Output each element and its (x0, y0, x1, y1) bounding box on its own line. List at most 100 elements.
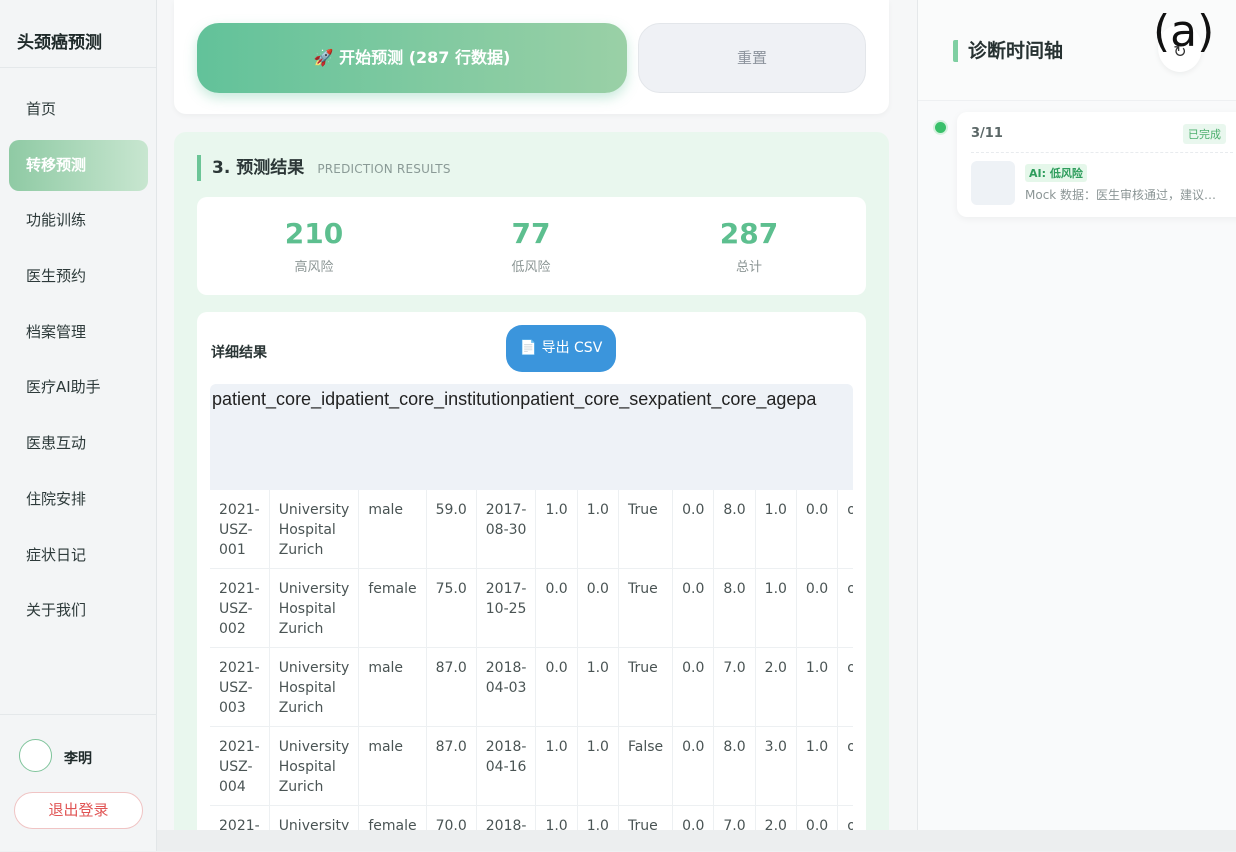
table-cell: 0.0 (672, 647, 715, 727)
thumbnail (971, 161, 1015, 205)
table-cell: 1.0 (577, 490, 619, 569)
table-cell: 8.0 (713, 726, 756, 806)
logout-button[interactable]: 退出登录 (14, 792, 143, 829)
table-row: 2021-USZ-001 University Hospital Zurich ma… (210, 490, 853, 569)
user-area: 李明 退出登录 (0, 714, 157, 852)
table-cell: female (358, 568, 427, 648)
sidebar-item-ai-assistant[interactable]: 医疗AI助手 (9, 362, 148, 413)
sidebar-item-function-training[interactable]: 功能训练 (9, 195, 148, 246)
results-subtitle: PREDICTION RESULTS (317, 162, 451, 176)
sidebar-item-home[interactable]: 首页 (9, 84, 148, 135)
table-cell: 0.0 (672, 568, 715, 648)
table-cell: True (618, 805, 674, 832)
sidebar-item-hospitalization[interactable]: 住院安排 (9, 474, 148, 525)
results-card: 3. 预测结果 PREDICTION RESULTS 210 高风险 77 低风… (174, 132, 889, 832)
table-cell: 87.0 (426, 726, 477, 806)
ai-risk-badge: AI: 低风险 (1025, 164, 1087, 182)
table-cell: 1.0 (755, 568, 797, 648)
table-cell: 75.0 (426, 568, 477, 648)
stat-label: 高风险 (294, 260, 334, 275)
table-cell: 0.0 (672, 726, 715, 806)
table-row: 2021-USZ-003 University Hospital Zurich ma… (210, 647, 853, 727)
sidebar-nav: 首页 转移预测 功能训练 医生预约 档案管理 医疗AI助手 医患互动 住院安排 … (9, 84, 148, 641)
detail-results-panel: 详细结果 📄 导出 CSV patient_core_idpatient_cor… (197, 312, 866, 832)
table-cell: 1.0 (535, 726, 578, 806)
sidebar-item-about[interactable]: 关于我们 (9, 585, 148, 636)
stat-label: 低风险 (511, 260, 551, 275)
results-table[interactable]: patient_core_idpatient_core_institutionp… (210, 384, 853, 832)
table-cell: 0.0 (796, 490, 839, 569)
section-title: 3. 预测结果 PREDICTION RESULTS (197, 155, 451, 181)
table-cell: 2021-USZ-003 (210, 647, 270, 727)
export-csv-button[interactable]: 📄 导出 CSV (506, 325, 616, 372)
stats-panel: 210 高风险 77 低风险 287 总计 (197, 197, 866, 295)
corner-label: (a) (1153, 6, 1215, 57)
table-row: 2021-USZ-002 University Hospital Zurich fe… (210, 568, 853, 648)
table-cell: 1.0 (577, 805, 619, 832)
table-row: 2021-USZ-004 University Hospital Zurich ma… (210, 726, 853, 806)
main-content: 🚀 开始预测 (287 行数据) 重置 3. 预测结果 PREDICTION R… (157, 0, 917, 851)
table-cell: 87.0 (426, 647, 477, 727)
sidebar-item-records[interactable]: 档案管理 (9, 307, 148, 358)
table-cell: 2018- (476, 805, 537, 832)
table-cell: female (358, 805, 427, 832)
table-cell: male (358, 647, 427, 727)
table-body: 2021-USZ-001 University Hospital Zurich ma… (210, 490, 853, 832)
table-cell: 2017-10-25 (476, 568, 537, 648)
table-cell: oropharynx (837, 726, 853, 806)
table-cell: 0.0 (796, 568, 839, 648)
table-cell: 1.0 (535, 490, 578, 569)
table-cell: 0.0 (535, 647, 578, 727)
table-cell: True (618, 647, 674, 727)
table-cell: False (618, 726, 674, 806)
table-cell: 7.0 (713, 647, 756, 727)
table-cell: male (358, 726, 427, 806)
table-cell: University Hospital Zurich (269, 805, 360, 832)
table-cell: 2.0 (755, 805, 797, 832)
table-cell: 1.0 (577, 726, 619, 806)
table-cell: oropharynx (837, 805, 853, 832)
table-cell: 3.0 (755, 726, 797, 806)
table-cell: 0.0 (796, 805, 839, 832)
timeline-header: 诊断时间轴 ↻ (a) (918, 0, 1236, 101)
horizontal-scrollbar[interactable] (157, 830, 1236, 851)
table-cell: 1.0 (755, 490, 797, 569)
table-cell: University Hospital Zurich (269, 568, 360, 648)
table-cell: University Hospital Zurich (269, 726, 360, 806)
table-cell: University Hospital Zurich (269, 647, 360, 727)
sidebar-item-doctor-appointment[interactable]: 医生预约 (9, 251, 148, 302)
table-cell: 2021-USZ-002 (210, 568, 270, 648)
table-cell: male (358, 490, 427, 569)
table-cell: 2021-USZ-004 (210, 726, 270, 806)
table-cell: True (618, 568, 674, 648)
table-cell: 0.0 (672, 490, 715, 569)
timeline-entry[interactable]: 3/11 已完成 AI: 低风险 Mock 数据：医生审核通过，建议… (957, 112, 1236, 217)
table-cell: True (618, 490, 674, 569)
sidebar: 头颈癌预测 首页 转移预测 功能训练 医生预约 档案管理 医疗AI助手 医患互动… (0, 0, 157, 851)
stat-value: 287 (719, 217, 779, 250)
stat-low-risk: 77 低风险 (461, 217, 601, 275)
avatar[interactable] (19, 739, 52, 772)
table-cell: 2021-USZ-001 (210, 490, 270, 569)
table-row: 2021-USZ-005University Hospital Zurichfe… (210, 805, 853, 832)
table-header: patient_core_idpatient_core_institutionp… (210, 384, 853, 490)
timeline-dot (935, 122, 946, 133)
sidebar-item-symptom-diary[interactable]: 症状日记 (9, 530, 148, 581)
results-title: 3. 预测结果 (212, 158, 305, 178)
reset-button[interactable]: 重置 (638, 23, 866, 93)
table-cell: 1.0 (577, 647, 619, 727)
table-cell: 1.0 (796, 726, 839, 806)
table-cell: 8.0 (713, 568, 756, 648)
table-cell: 0.0 (577, 568, 619, 648)
sidebar-item-doctor-patient[interactable]: 医患互动 (9, 418, 148, 469)
timeline-panel: 诊断时间轴 ↻ (a) 3/11 已完成 AI: 低风险 Mock 数据：医生审… (917, 0, 1236, 830)
table-cell: oropharynx (837, 490, 853, 569)
user-name: 李明 (64, 751, 92, 767)
table-cell: 8.0 (713, 490, 756, 569)
detail-title: 详细结果 (211, 345, 267, 361)
table-cell: 2017-08-30 (476, 490, 537, 569)
start-prediction-button[interactable]: 🚀 开始预测 (287 行数据) (197, 23, 627, 93)
table-cell: oropharynx (837, 568, 853, 648)
sidebar-item-metastasis-prediction[interactable]: 转移预测 (9, 139, 148, 191)
table-cell: 70.0 (426, 805, 477, 832)
